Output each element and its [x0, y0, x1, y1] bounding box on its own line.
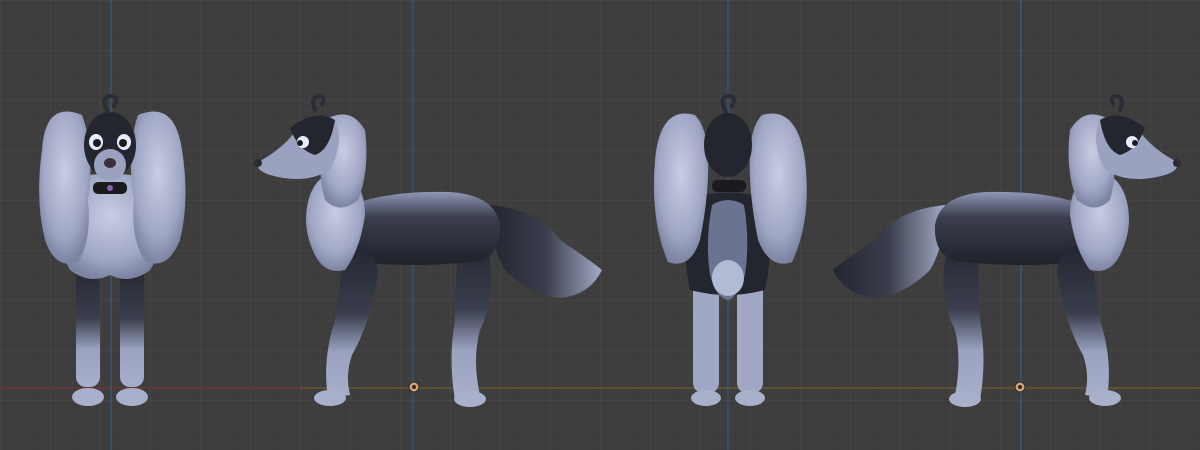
- 3d-viewport[interactable]: [0, 0, 1200, 450]
- viewport-canvas[interactable]: [0, 0, 1200, 450]
- origin-marker-icon[interactable]: [408, 381, 420, 393]
- origin-marker-icon-2[interactable]: [1014, 381, 1026, 393]
